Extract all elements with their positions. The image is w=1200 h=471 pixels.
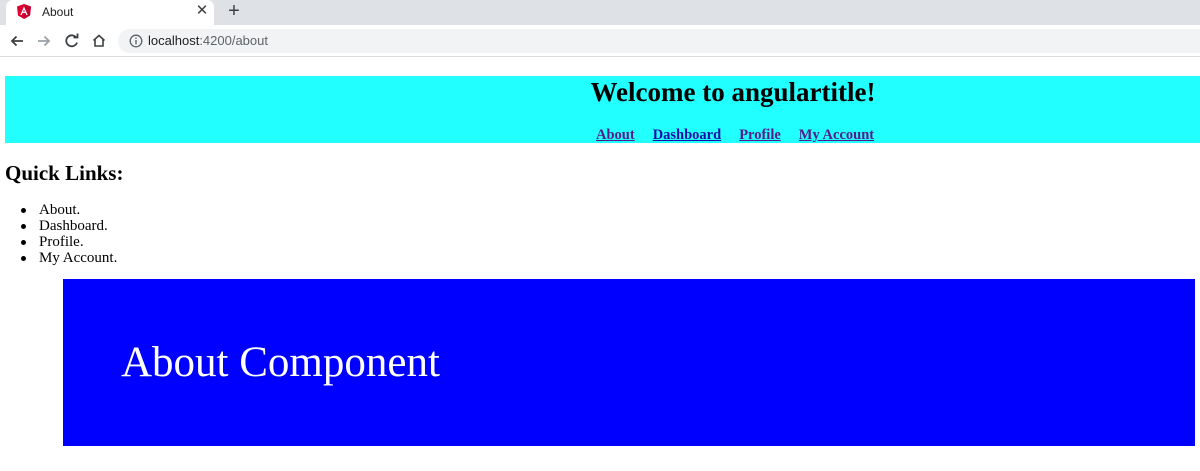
back-arrow-icon[interactable] <box>8 32 26 50</box>
app-nav: About Dashboard Profile My Account <box>596 127 892 144</box>
angular-icon <box>17 4 31 19</box>
nav-link-my-account[interactable]: My Account <box>799 127 874 143</box>
quick-links-list: About. Dashboard. Profile. My Account. <box>20 202 117 266</box>
browser-toolbar: localhost:4200/about <box>0 25 1200 57</box>
home-icon[interactable] <box>90 32 108 50</box>
list-item: Dashboard. <box>20 218 117 234</box>
app-header: Welcome to angulartitle! About Dashboard P… <box>5 76 1200 143</box>
forward-arrow-icon[interactable] <box>35 32 53 50</box>
page-title: Welcome to angulartitle! <box>590 77 876 107</box>
browser-tab-strip: About ✕ + <box>0 0 1200 25</box>
address-url[interactable]: localhost:4200/about <box>148 33 268 48</box>
about-component-text: About Component <box>121 339 440 386</box>
info-icon[interactable] <box>129 34 143 48</box>
list-item: About. <box>20 202 117 218</box>
tab-title: About <box>42 5 74 19</box>
url-path: :4200/about <box>199 33 268 48</box>
nav-link-profile[interactable]: Profile <box>739 127 781 143</box>
nav-link-dashboard[interactable]: Dashboard <box>653 127 722 143</box>
new-tab-button[interactable]: + <box>224 1 244 21</box>
address-bar[interactable]: localhost:4200/about <box>118 29 1200 53</box>
list-item: Profile. <box>20 234 117 250</box>
url-host: localhost <box>148 33 200 48</box>
about-component: About Component <box>63 279 1195 446</box>
browser-tab[interactable]: About ✕ <box>6 0 214 25</box>
quick-links-heading: Quick Links: <box>5 161 124 185</box>
nav-link-about[interactable]: About <box>596 127 635 143</box>
reload-icon[interactable] <box>63 32 81 50</box>
list-item: My Account. <box>20 250 117 266</box>
tab-close-icon[interactable]: ✕ <box>194 3 210 19</box>
